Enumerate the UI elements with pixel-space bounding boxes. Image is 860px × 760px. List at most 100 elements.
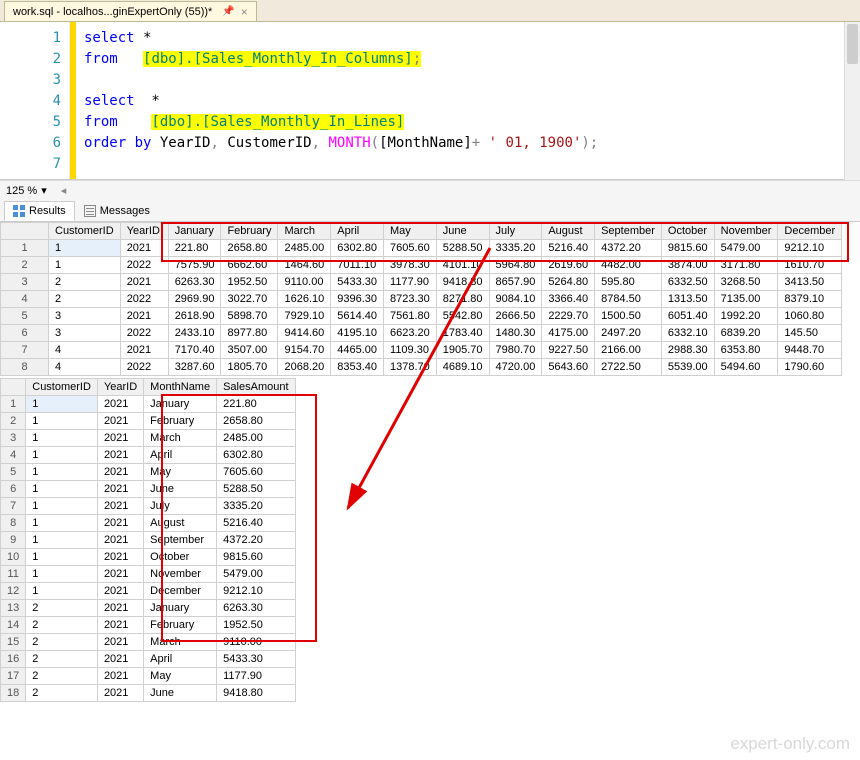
row-number[interactable]: 8 [1,515,26,532]
cell[interactable]: 2021 [120,274,168,291]
cell[interactable]: 2 [26,685,98,702]
row-number[interactable]: 1 [1,240,49,257]
row-number[interactable]: 8 [1,359,49,376]
col-header[interactable]: July [489,223,542,240]
row-number[interactable]: 14 [1,617,26,634]
cell[interactable]: 1 [26,532,98,549]
row-number[interactable]: 4 [1,447,26,464]
row-number[interactable]: 5 [1,308,49,325]
cell[interactable]: 3413.50 [778,274,842,291]
cell[interactable]: July [144,498,217,515]
col-header[interactable]: MonthName [144,379,217,396]
cell[interactable]: 7561.80 [384,308,437,325]
cell[interactable]: 7575.90 [168,257,221,274]
row-number[interactable]: 3 [1,430,26,447]
cell[interactable]: 2022 [120,325,168,342]
cell[interactable]: 9227.50 [542,342,595,359]
cell[interactable]: 2 [26,651,98,668]
cell[interactable]: 1 [26,498,98,515]
cell[interactable]: 7170.40 [168,342,221,359]
cell[interactable]: 5614.40 [331,308,384,325]
cell[interactable]: January [144,600,217,617]
cell[interactable]: 4465.00 [331,342,384,359]
row-number[interactable]: 7 [1,342,49,359]
cell[interactable]: 5542.80 [436,308,489,325]
col-header[interactable]: February [221,223,278,240]
cell[interactable]: February [144,617,217,634]
col-header[interactable]: August [542,223,595,240]
cell[interactable]: 2021 [97,481,143,498]
cell[interactable]: 2666.50 [489,308,542,325]
cell[interactable]: 1 [26,430,98,447]
unpivot-table[interactable]: CustomerIDYearIDMonthNameSalesAmount1120… [0,378,296,702]
col-header[interactable]: April [331,223,384,240]
cell[interactable]: 9448.70 [778,342,842,359]
cell[interactable]: 1060.80 [778,308,842,325]
col-header[interactable]: May [384,223,437,240]
cell[interactable]: 2021 [97,583,143,600]
cell[interactable]: 4175.00 [542,325,595,342]
col-header[interactable]: January [168,223,221,240]
cell[interactable]: 1109.30 [384,342,437,359]
cell[interactable]: 1 [26,481,98,498]
cell[interactable]: 221.80 [168,240,221,257]
cell[interactable]: 1805.70 [221,359,278,376]
cell[interactable]: 6353.80 [714,342,778,359]
row-number[interactable]: 3 [1,274,49,291]
cell[interactable]: 7605.60 [217,464,295,481]
cell[interactable]: September [144,532,217,549]
cell[interactable]: 6263.30 [217,600,295,617]
cell[interactable]: 595.80 [595,274,662,291]
row-number[interactable]: 16 [1,651,26,668]
col-header[interactable]: CustomerID [26,379,98,396]
cell[interactable]: 4689.10 [436,359,489,376]
cell[interactable]: 8379.10 [778,291,842,308]
col-header[interactable]: SalesAmount [217,379,295,396]
cell[interactable]: October [144,549,217,566]
row-number[interactable]: 15 [1,634,26,651]
zoom-level[interactable]: 125 % [6,185,37,197]
cell[interactable]: 2021 [97,532,143,549]
cell[interactable]: 2021 [97,464,143,481]
cell[interactable]: 8353.40 [331,359,384,376]
cell[interactable]: 8271.80 [436,291,489,308]
cell[interactable]: March [144,634,217,651]
cell[interactable]: 5216.40 [542,240,595,257]
cell[interactable]: 1500.50 [595,308,662,325]
cell[interactable]: 8977.80 [221,325,278,342]
cell[interactable]: 4372.20 [217,532,295,549]
cell[interactable]: 8657.90 [489,274,542,291]
code-area[interactable]: select * from [dbo].[Sales_Monthly_In_Co… [76,22,860,179]
cell[interactable]: 2021 [97,549,143,566]
tab-messages[interactable]: Messages [75,201,159,221]
cell[interactable]: 6332.10 [661,325,714,342]
cell[interactable]: 2021 [97,566,143,583]
cell[interactable]: 2229.70 [542,308,595,325]
cell[interactable]: 4101.10 [436,257,489,274]
cell[interactable]: 2021 [97,668,143,685]
col-header[interactable]: December [778,223,842,240]
cell[interactable]: 5433.30 [331,274,384,291]
cell[interactable]: 3287.60 [168,359,221,376]
cell[interactable]: 7605.60 [384,240,437,257]
cell[interactable]: 1 [26,413,98,430]
cell[interactable]: 7135.00 [714,291,778,308]
cell[interactable]: June [144,481,217,498]
cell[interactable]: 2021 [97,396,143,413]
row-number[interactable]: 13 [1,600,26,617]
cell[interactable]: 9815.60 [661,240,714,257]
cell[interactable]: 7980.70 [489,342,542,359]
cell[interactable]: 3366.40 [542,291,595,308]
cell[interactable]: May [144,668,217,685]
vertical-scrollbar[interactable] [844,22,860,180]
cell[interactable]: 221.80 [217,396,295,413]
cell[interactable]: 6332.50 [661,274,714,291]
cell[interactable]: 5288.50 [436,240,489,257]
cell[interactable]: 9212.10 [778,240,842,257]
cell[interactable]: 8723.30 [384,291,437,308]
cell[interactable]: 2 [49,274,121,291]
cell[interactable]: 2021 [97,617,143,634]
cell[interactable]: 1952.50 [221,274,278,291]
row-number[interactable]: 6 [1,325,49,342]
cell[interactable]: 1783.40 [436,325,489,342]
